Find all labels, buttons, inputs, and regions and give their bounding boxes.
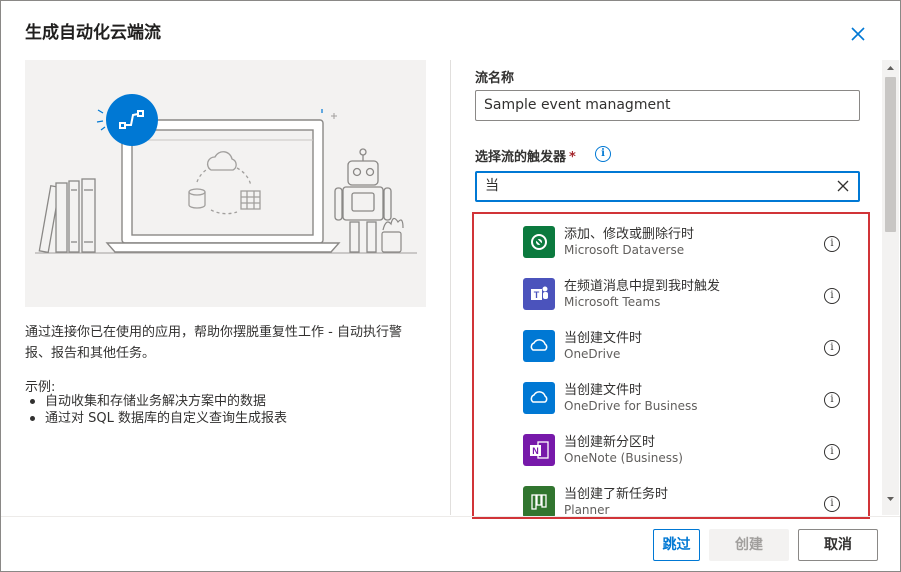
clear-search-icon[interactable]: [834, 177, 852, 195]
teams-icon: T: [523, 278, 555, 310]
trigger-item[interactable]: N 当创建新分区时 OneNote (Business) i: [474, 426, 868, 478]
trigger-search-input[interactable]: 当: [475, 171, 860, 202]
skip-button[interactable]: 跳过: [653, 529, 700, 561]
trigger-title: 当创建了新任务时: [564, 487, 669, 502]
info-icon[interactable]: i: [595, 146, 611, 162]
create-button[interactable]: 创建: [709, 529, 789, 561]
trigger-connector: Microsoft Teams: [564, 295, 661, 309]
info-icon[interactable]: i: [824, 444, 840, 460]
trigger-item[interactable]: 当创建文件时 OneDrive for Business i: [474, 374, 868, 426]
scrollbar-thumb[interactable]: [885, 77, 896, 232]
required-mark: *: [569, 150, 576, 165]
create-cloud-flow-dialog: 生成自动化云端流 通过连接你已在使用的应用，帮助你摆脱重复性工作 - 自动执行警…: [0, 0, 901, 572]
scrollbar[interactable]: [882, 60, 899, 515]
info-icon[interactable]: i: [824, 236, 840, 252]
svg-text:N: N: [532, 446, 539, 456]
dialog-title: 生成自动化云端流: [25, 23, 161, 43]
example-item: 通过对 SQL 数据库的自定义查询生成报表: [25, 410, 287, 427]
illustration: [25, 60, 426, 307]
panel-divider: [450, 60, 451, 515]
dataverse-icon: [523, 226, 555, 258]
trigger-title: 在频道消息中提到我时触发: [564, 279, 721, 294]
trigger-connector: Planner: [564, 503, 610, 517]
scroll-down-icon[interactable]: [882, 493, 899, 505]
trigger-title: 当创建文件时: [564, 331, 643, 346]
close-icon[interactable]: [847, 23, 869, 45]
trigger-connector: OneNote (Business): [564, 451, 683, 465]
svg-text:T: T: [534, 290, 540, 300]
info-icon[interactable]: i: [824, 392, 840, 408]
dialog-description: 通过连接你已在使用的应用，帮助你摆脱重复性工作 - 自动执行警报、报告和其他任务…: [25, 325, 402, 361]
trigger-label-text: 选择流的触发器: [475, 150, 567, 165]
examples-list: 自动收集和存储业务解决方案中的数据 通过对 SQL 数据库的自定义查询生成报表: [25, 393, 287, 427]
trigger-item[interactable]: 当创建文件时 OneDrive i: [474, 322, 868, 374]
onenote-icon: N: [523, 434, 555, 466]
trigger-connector: OneDrive: [564, 347, 621, 361]
flow-name-label: 流名称: [475, 71, 515, 86]
trigger-label: 选择流的触发器 *: [475, 146, 576, 165]
trigger-title: 添加、修改或删除行时: [564, 227, 695, 242]
laptop-illustration: [35, 94, 417, 254]
info-icon[interactable]: i: [824, 288, 840, 304]
footer-divider: [1, 516, 900, 517]
planner-icon: [523, 486, 555, 517]
trigger-title: 当创建新分区时: [564, 435, 656, 450]
trigger-title: 当创建文件时: [564, 383, 643, 398]
trigger-connector: Microsoft Dataverse: [564, 243, 685, 257]
trigger-connector: OneDrive for Business: [564, 399, 698, 413]
onedrive-icon: [523, 382, 555, 414]
cancel-button[interactable]: 取消: [798, 529, 878, 561]
flow-name-input[interactable]: Sample event managment: [475, 90, 860, 121]
scroll-up-icon[interactable]: [882, 62, 899, 74]
onedrive-icon: [523, 330, 555, 362]
trigger-item[interactable]: 当创建了新任务时 Planner i: [474, 478, 868, 517]
info-icon[interactable]: i: [824, 496, 840, 512]
example-item: 自动收集和存储业务解决方案中的数据: [25, 393, 287, 410]
trigger-item[interactable]: T 在频道消息中提到我时触发 Microsoft Teams i: [474, 270, 868, 322]
info-icon[interactable]: i: [824, 340, 840, 356]
trigger-list: 添加、修改或删除行时 Microsoft Dataverse i T 在频道消息…: [472, 212, 870, 519]
trigger-item[interactable]: 添加、修改或删除行时 Microsoft Dataverse i: [474, 218, 868, 270]
